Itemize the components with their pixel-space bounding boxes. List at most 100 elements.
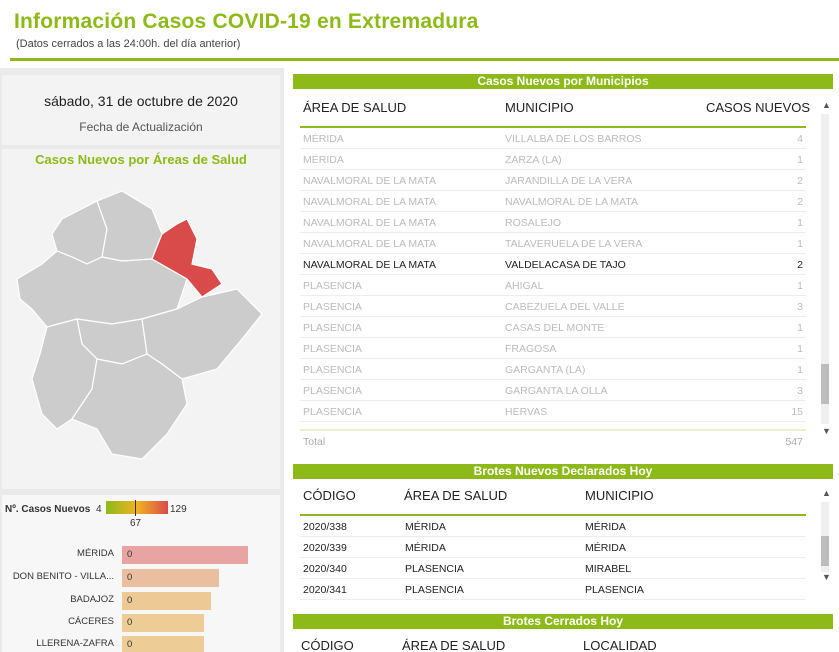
cell-area: PLASENCIA [303,364,362,376]
cell-casos: 2 [797,196,803,208]
cell-area: PLASENCIA [303,406,362,418]
table-row[interactable]: PLASENCIA HERVAS 15 [300,401,806,422]
table-row[interactable]: 2020/339 MÉRIDA MÉRIDA [300,537,806,558]
cell-casos: 1 [797,154,803,166]
scroll-down-icon[interactable]: ▼ [822,572,831,582]
table-row[interactable]: 2020/338 MÉRIDA MÉRIDA [300,516,806,537]
col-header-area[interactable]: ÁREA DE SALUD [303,100,406,115]
cell-codigo: 2020/338 [303,521,347,533]
bar-value: 0 [127,595,133,606]
cell-area: NAVALMORAL DE LA MATA [303,196,437,208]
cell-municipio: MÉRIDA [585,521,626,533]
col-header-casos[interactable]: CASOS NUEVOS [706,100,810,115]
cell-area: MÉRIDA [303,133,344,145]
table-row[interactable]: NAVALMORAL DE LA MATA VALDELACASA DE TAJO… [300,254,806,275]
bar-label: CÁCERES [68,616,114,627]
scroll-up-icon[interactable]: ▲ [822,488,831,498]
total-value: 547 [785,436,803,448]
cell-area: NAVALMORAL DE LA MATA [303,217,437,229]
cell-casos: 2 [797,175,803,187]
table-row[interactable]: PLASENCIA GARGANTA LA OLLA 3 [300,380,806,401]
cell-area: NAVALMORAL DE LA MATA [303,238,437,250]
bar [122,614,204,632]
table-row[interactable]: 2020/340 PLASENCIA MIRABEL [300,558,806,579]
municipios-title: Casos Nuevos por Municipios [293,74,833,89]
brotes-nuevos-title: Brotes Nuevos Declarados Hoy [293,464,833,479]
cell-area: PLASENCIA [303,301,362,313]
bar-row[interactable]: MÉRIDA 0 [2,546,280,564]
col-header-area[interactable]: ÁREA DE SALUD [402,638,505,652]
table-row[interactable]: PLASENCIA FRAGOSA 1 [300,338,806,359]
scroll-up-icon[interactable]: ▲ [822,100,831,110]
cell-municipio: VILLALBA DE LOS BARROS [505,133,642,145]
bar-row[interactable]: CÁCERES 0 [2,614,280,632]
bar-row[interactable]: BADAJOZ 0 [2,592,280,610]
map-card: Casos Nuevos por Áreas de Salud [2,149,280,489]
cell-casos: 1 [797,280,803,292]
bar [122,569,219,587]
cell-municipio: NAVALMORAL DE LA MATA [505,196,639,208]
cell-area: PLASENCIA [303,343,362,355]
cell-municipio: HERVAS [505,406,548,418]
cell-municipio: PLASENCIA [585,584,644,596]
cell-municipio: FRAGOSA [505,343,557,355]
cell-casos: 1 [797,217,803,229]
legend-gradient [106,501,168,514]
bar-chart-card: Nº. Casos Nuevos 4 129 67 MÉRIDA 0 DON B… [2,495,280,652]
cell-area: PLASENCIA [303,385,362,397]
table-row[interactable]: MÉRIDA VILLALBA DE LOS BARROS 4 [300,128,806,149]
col-header-codigo[interactable]: CÓDIGO [303,488,356,503]
cell-casos: 3 [797,385,803,397]
cell-area: PLASENCIA [303,322,362,334]
table-row[interactable]: NAVALMORAL DE LA MATA NAVALMORAL DE LA MA… [300,191,806,212]
bar-value: 0 [127,617,133,628]
table-row[interactable]: 2020/341 PLASENCIA PLASENCIA [300,579,806,600]
cell-municipio: AHIGAL [505,280,544,292]
brotes-scroll-thumb[interactable] [821,536,829,566]
table-row[interactable]: PLASENCIA GARGANTA (LA) 1 [300,359,806,380]
cell-municipio: TALAVERUELA DE LA VERA [505,238,643,250]
brotes-cerrados-panel: Brotes Cerrados Hoy CÓDIGO ÁREA DE SALUD… [293,614,833,652]
map-title: Casos Nuevos por Áreas de Salud [35,152,247,167]
map-region-plasencia[interactable] [96,190,163,262]
cell-casos: 1 [797,322,803,334]
extremadura-map [16,190,263,460]
table-row[interactable]: PLASENCIA AHIGAL 1 [300,275,806,296]
cell-area: PLASENCIA [303,280,362,292]
cell-codigo: 2020/340 [303,563,347,575]
cell-area: NAVALMORAL DE LA MATA [303,259,437,271]
scroll-down-icon[interactable]: ▼ [822,426,831,436]
legend-label: Nº. Casos Nuevos [5,504,91,515]
page-title: Información Casos COVID-19 en Extremadur… [14,10,479,33]
col-header-codigo[interactable]: CÓDIGO [301,638,354,652]
table-row[interactable]: PLASENCIA CASAS DEL MONTE 1 [300,317,806,338]
bar-row[interactable]: LLERENA-ZAFRA 0 [2,636,280,652]
table-row[interactable]: MÉRIDA ZARZA (LA) 1 [300,149,806,170]
col-header-municipio[interactable]: MUNICIPIO [505,100,574,115]
cell-codigo: 2020/341 [303,584,347,596]
cell-municipio: GARGANTA LA OLLA [505,385,608,397]
bar-row[interactable]: DON BENITO - VILLA... 0 [2,569,280,587]
cell-codigo: 2020/339 [303,542,347,554]
cell-municipio: GARGANTA (LA) [505,364,586,376]
cell-area: PLASENCIA [405,584,464,596]
cell-casos: 1 [797,343,803,355]
cell-casos: 4 [797,133,803,145]
cell-area: PLASENCIA [405,563,464,575]
brotes-cerrados-title: Brotes Cerrados Hoy [293,614,833,629]
cell-casos: 3 [797,301,803,313]
legend-mid-tick [135,500,136,516]
cell-municipio: MÉRIDA [585,542,626,554]
table-row[interactable]: NAVALMORAL DE LA MATA ROSALEJO 1 [300,212,806,233]
table-row[interactable]: PLASENCIA CABEZUELA DEL VALLE 3 [300,296,806,317]
table-row[interactable]: NAVALMORAL DE LA MATA TALAVERUELA DE LA V… [300,233,806,254]
col-header-localidad[interactable]: LOCALIDAD [583,638,657,652]
col-header-municipio[interactable]: MUNICIPIO [585,488,654,503]
cell-municipio: CASAS DEL MONTE [505,322,605,334]
col-header-area[interactable]: ÁREA DE SALUD [404,488,507,503]
table-row[interactable]: NAVALMORAL DE LA MATA JARANDILLA DE LA VE… [300,170,806,191]
bar-value: 0 [127,549,133,560]
cell-area: NAVALMORAL DE LA MATA [303,175,437,187]
cell-casos: 15 [791,406,803,418]
municipios-scroll-thumb[interactable] [821,364,829,404]
